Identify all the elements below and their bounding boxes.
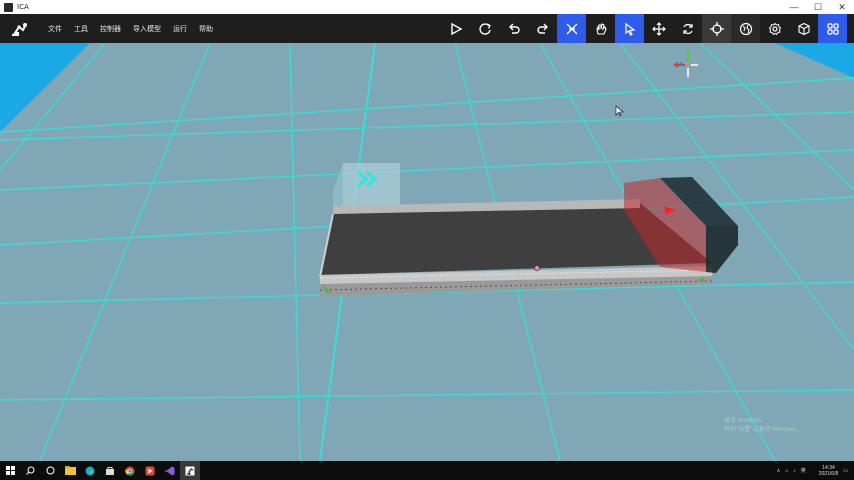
notification-icon[interactable]: ▭ xyxy=(843,468,848,474)
snap-icon xyxy=(566,23,577,34)
play-icon xyxy=(450,22,462,35)
app-icon xyxy=(4,2,13,12)
taskbar-edge[interactable] xyxy=(80,461,100,480)
app-toolbar: 文件 工具 控制器 导入模型 运行 帮助 xyxy=(0,14,854,43)
taskbar-search[interactable] xyxy=(20,461,40,480)
menu-import-model[interactable]: 导入模型 xyxy=(133,24,161,34)
grid-icon xyxy=(826,22,839,35)
globe-icon xyxy=(739,22,752,35)
menu-file[interactable]: 文件 xyxy=(48,24,62,34)
menu-controller[interactable]: 控制器 xyxy=(100,24,121,34)
task-view-button[interactable] xyxy=(40,461,60,480)
main-menu: 文件 工具 控制器 导入模型 运行 帮助 xyxy=(48,24,225,34)
model-button[interactable] xyxy=(789,14,818,43)
network-icon[interactable]: ⌂ xyxy=(785,468,788,474)
settings-icon xyxy=(768,22,781,35)
window-title: ICA xyxy=(17,3,29,11)
taskbar-media[interactable] xyxy=(140,461,160,480)
robot-arm-logo-icon xyxy=(12,22,27,36)
undo-button[interactable] xyxy=(499,14,528,43)
tool-buttons xyxy=(441,14,847,43)
chrome-icon xyxy=(125,466,135,475)
scene-canvas[interactable] xyxy=(0,43,854,461)
window-titlebar: ICA — ☐ ✕ xyxy=(0,0,854,14)
taskbar-ica-app[interactable] xyxy=(180,461,200,480)
activation-watermark: 激活 Windows 转到"设置"以激活 Windows。 xyxy=(724,417,802,435)
undo-icon xyxy=(508,23,520,34)
move-icon xyxy=(651,21,666,36)
select-button[interactable] xyxy=(615,14,644,43)
tray-chevron-icon[interactable]: ∧ xyxy=(777,468,781,474)
store-icon xyxy=(106,466,114,475)
refresh-icon xyxy=(478,22,491,35)
close-button[interactable]: ✕ xyxy=(830,0,854,14)
edge-icon xyxy=(85,466,95,475)
app-window: ICA — ☐ ✕ 文件 工具 控制器 导入模型 运行 帮助 激活 Window… xyxy=(0,0,854,480)
globe-button[interactable] xyxy=(731,14,760,43)
select-cursor-icon xyxy=(624,22,636,36)
crosshair-icon xyxy=(709,21,724,36)
taskbar-store[interactable] xyxy=(100,461,120,480)
pan-button[interactable] xyxy=(586,14,615,43)
task-view-icon xyxy=(46,466,54,475)
windows-start-icon xyxy=(5,466,15,475)
visual-studio-icon xyxy=(165,466,175,475)
windows-taskbar: ∧ ⌂ ♪ 英 14:34 2021/6/8 ▭ xyxy=(0,461,854,480)
crosshair-button[interactable] xyxy=(702,14,731,43)
layout-button[interactable] xyxy=(818,14,847,43)
pivot-marker-icon[interactable] xyxy=(534,265,540,271)
watermark-line2: 转到"设置"以激活 Windows。 xyxy=(724,427,803,433)
taskbar-clock[interactable]: 14:34 2021/6/8 xyxy=(814,465,838,477)
redo-icon xyxy=(536,23,548,34)
refresh-button[interactable] xyxy=(470,14,499,43)
redo-button[interactable] xyxy=(528,14,557,43)
minimize-button[interactable]: — xyxy=(782,0,806,14)
rotate-icon xyxy=(682,23,693,34)
play-button[interactable] xyxy=(441,14,470,43)
move-button[interactable] xyxy=(644,14,673,43)
search-icon xyxy=(25,466,34,475)
ica-app-icon xyxy=(185,466,195,475)
clock-date: 2021/6/8 xyxy=(818,470,839,477)
taskbar-chrome[interactable] xyxy=(120,461,140,480)
volume-icon[interactable]: ♪ xyxy=(793,468,796,474)
scene-viewport[interactable] xyxy=(0,43,854,461)
hand-icon xyxy=(595,22,607,35)
menu-tools[interactable]: 工具 xyxy=(74,24,88,34)
rotate-button[interactable] xyxy=(673,14,702,43)
taskbar-explorer[interactable] xyxy=(60,461,80,480)
system-tray: ∧ ⌂ ♪ 英 14:34 2021/6/8 ▭ xyxy=(772,461,848,480)
menu-help[interactable]: 帮助 xyxy=(199,24,213,34)
watermark-line1: 激活 Windows xyxy=(724,418,763,424)
media-icon xyxy=(145,466,155,475)
maximize-button[interactable]: ☐ xyxy=(806,0,830,14)
start-button[interactable] xyxy=(0,461,20,480)
menu-run[interactable]: 运行 xyxy=(173,24,187,34)
cube-icon xyxy=(797,22,810,35)
app-logo xyxy=(6,14,32,43)
snap-button[interactable] xyxy=(557,14,586,43)
file-explorer-icon xyxy=(64,466,76,475)
input-method[interactable]: 英 xyxy=(801,467,806,474)
settings-button[interactable] xyxy=(760,14,789,43)
taskbar-visual-studio[interactable] xyxy=(160,461,180,480)
